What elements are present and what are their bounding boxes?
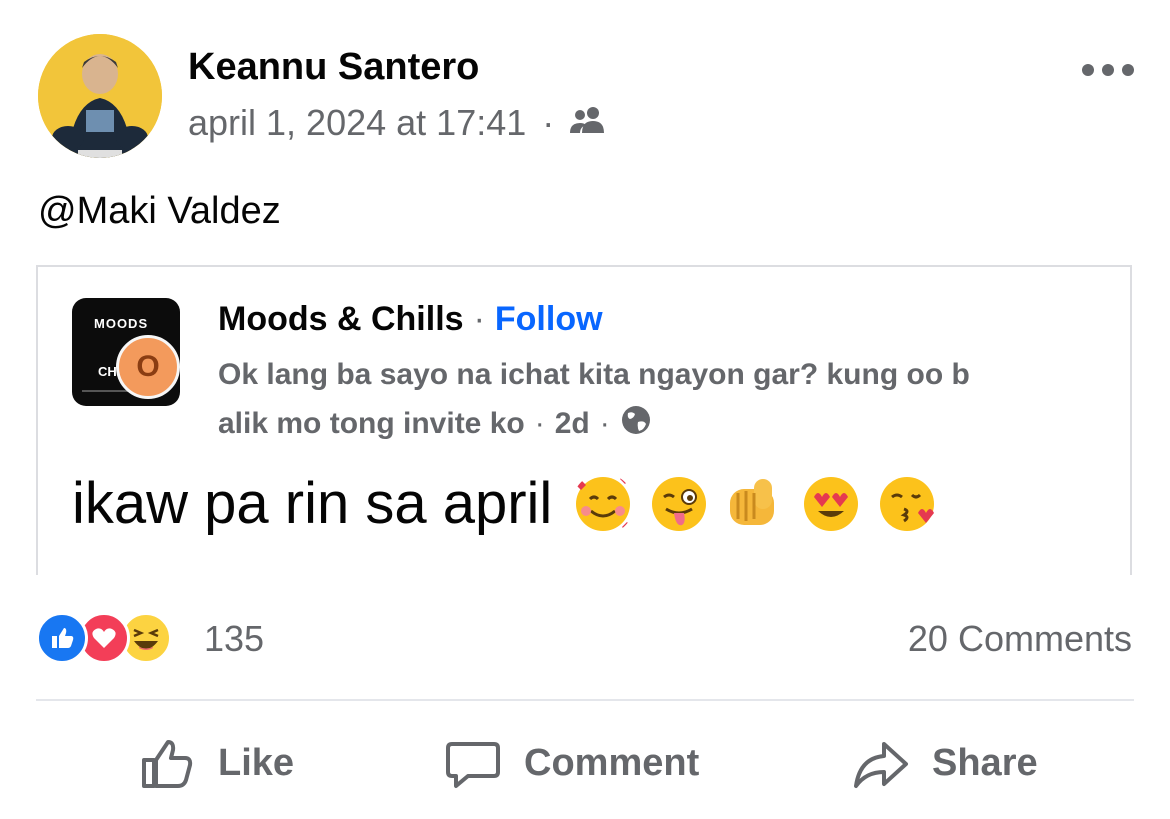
notification-avatar: O [116,335,180,399]
avatar-image [38,34,162,158]
subtitle-separator: · [599,407,610,440]
page-logo-text: MOODS [94,316,149,331]
dot-icon [1102,64,1114,76]
meta-separator: · [542,102,555,143]
more-options-button[interactable] [1082,58,1134,82]
like-reaction-icon [36,612,88,664]
comment-button[interactable]: Comment [444,730,699,796]
thumbs-up-icon [142,740,193,788]
face-blowing-kiss-emoji [880,476,935,531]
shared-subtitle-line1: Ok lang ba sayo na ichat kita ngayon gar… [218,358,970,391]
globe-icon [620,404,652,444]
dot-icon [1082,64,1094,76]
comment-label: Comment [524,741,700,784]
emoji-row [572,473,938,535]
smiling-face-with-hearts-emoji [576,473,633,532]
heart-eyes-face-emoji [804,476,859,531]
fist-pointing-forward-emoji [730,478,775,525]
post-author-name[interactable]: Keannu Santero [188,46,479,89]
shared-content: ikaw pa rin sa april [72,470,938,537]
share-arrow-icon [854,742,908,788]
comment-bubble-icon [446,742,500,788]
dot-icon [1122,64,1134,76]
follow-button[interactable]: Follow [495,300,603,338]
shared-subtitle-text: alik mo tong invite ko [218,407,525,440]
reaction-count[interactable]: 135 [204,618,264,660]
divider [36,699,1134,701]
share-label: Share [932,741,1038,784]
page-name[interactable]: Moods & Chills [218,300,464,338]
page-logo-text-2: CH [98,364,117,379]
post-age[interactable]: 2d [555,407,590,441]
shared-content-text: ikaw pa rin sa april [72,471,553,536]
header-separator: · [473,300,485,338]
winking-face-with-tongue-emoji [652,476,707,531]
comments-count-link[interactable]: 20 Comments [850,618,1132,660]
post-meta: april 1, 2024 at 17:41 · [188,102,608,144]
friends-icon[interactable] [568,102,608,144]
shared-subtitle-line2: alik mo tong invite ko · 2d · [218,404,652,444]
author-avatar[interactable] [38,34,162,158]
shared-page-header: Moods & Chills · Follow [218,300,603,339]
reaction-icons[interactable] [36,612,172,664]
like-label: Like [218,741,295,784]
subtitle-separator: · [534,407,545,440]
like-button[interactable]: Like [138,730,294,796]
post-caption[interactable]: @Maki Valdez [38,190,281,233]
post-timestamp[interactable]: april 1, 2024 at 17:41 [188,102,526,144]
share-button[interactable]: Share [852,730,1038,796]
